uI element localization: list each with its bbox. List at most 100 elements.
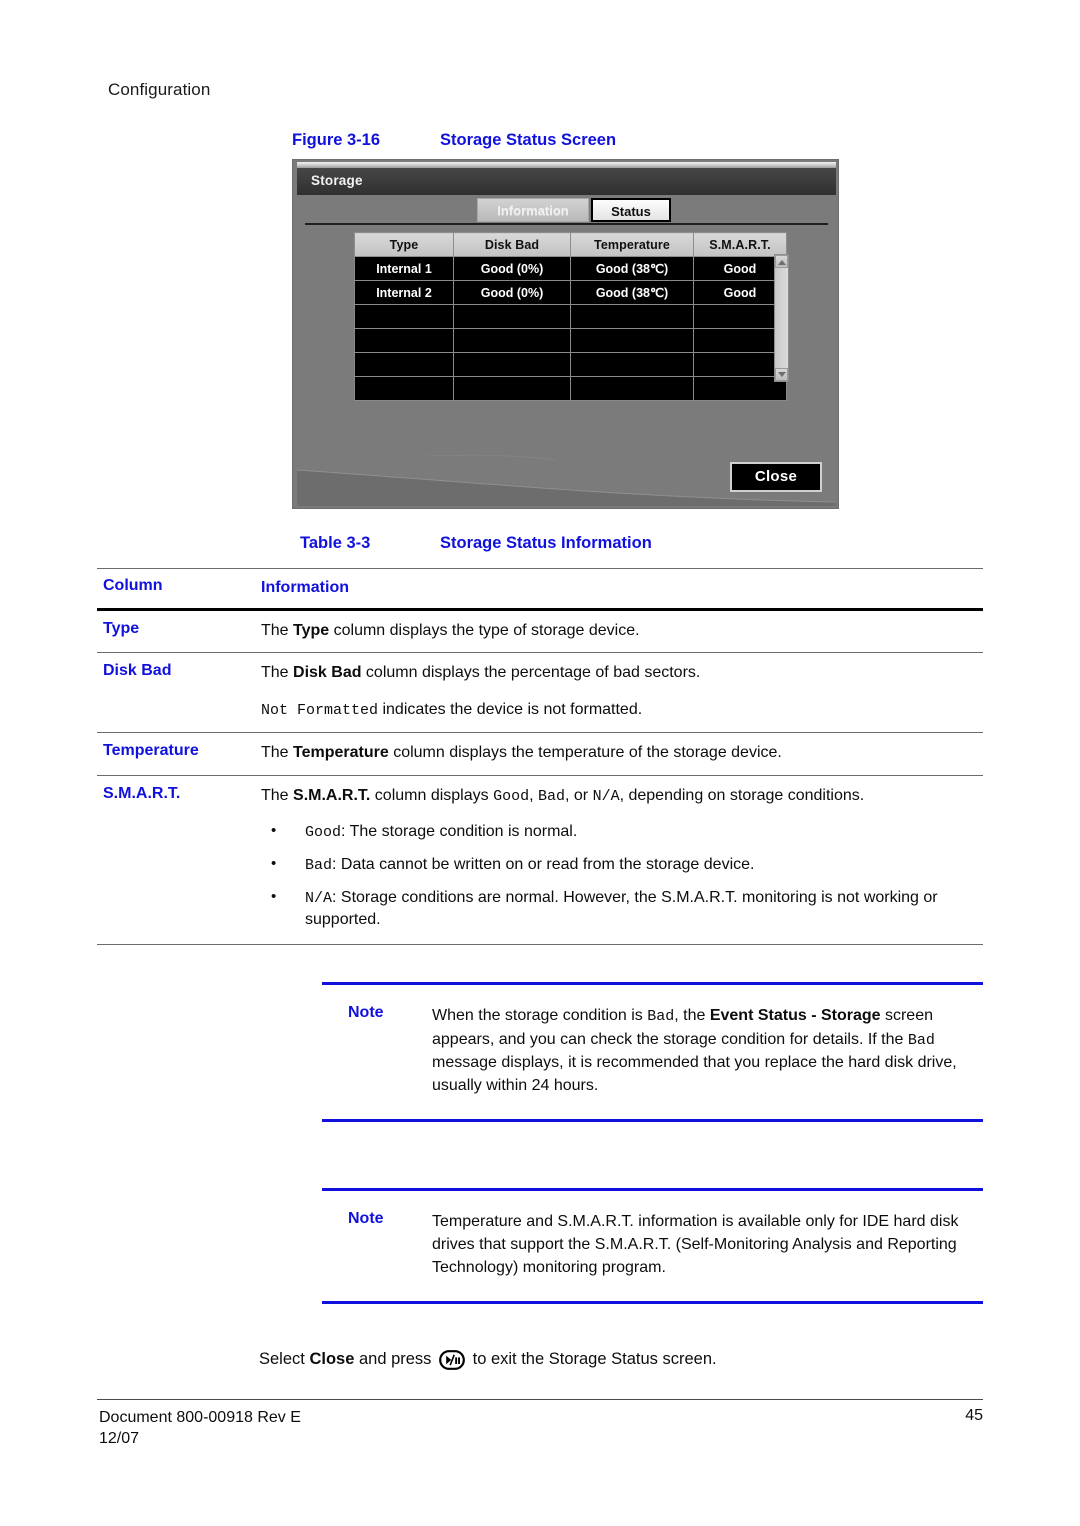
footer-page-number: 45 [965, 1407, 983, 1424]
note-box-2: Note Temperature and S.M.A.R.T. informat… [322, 1188, 983, 1305]
grid-cell-empty [693, 304, 787, 329]
closing-instruction: Select Close and press to exit the Stora… [259, 1350, 717, 1375]
grid-cell-empty [693, 376, 787, 401]
grid-scrollbar[interactable] [774, 254, 789, 382]
row-text-type: The Type column displays the type of sto… [261, 621, 640, 639]
grid-header-disk-bad: Disk Bad [453, 232, 571, 257]
grid-cell-empty [354, 304, 454, 329]
dialog-titlebar: Storage [297, 168, 836, 195]
grid-cell-disk-bad: Good (0%) [453, 280, 571, 305]
row-label-temperature: Temperature [103, 741, 199, 759]
document-page: Configuration Figure 3-16 Storage Status … [0, 0, 1080, 1526]
grid-row-empty[interactable] [354, 304, 787, 329]
footer-document-info: Document 800-00918 Rev E 12/07 [99, 1407, 301, 1449]
bold-type: Type [293, 621, 330, 639]
mono-bad-2: Bad [907, 1031, 935, 1049]
smart-bullet-list: Good: The storage condition is normal. B… [261, 820, 975, 932]
table-bottom-rule [97, 944, 983, 946]
grid-cell-empty [693, 352, 787, 377]
footer-rule [97, 1399, 983, 1400]
table-header-column: Column [103, 577, 163, 594]
grid-row-empty[interactable] [354, 376, 787, 401]
note-bottom-rule [322, 1119, 983, 1123]
row-label-disk-bad: Disk Bad [103, 662, 172, 680]
note-body: Note When the storage condition is Bad, … [322, 985, 983, 1119]
grid-cell-empty [570, 376, 694, 401]
bold-disk-bad: Disk Bad [293, 664, 362, 682]
note-label: Note [348, 1004, 384, 1021]
grid-cell-smart: Good [693, 280, 787, 305]
mono-not-formatted: Not Formatted [261, 702, 379, 720]
mono-bullet-na: N/A [305, 889, 333, 907]
grid-row-empty[interactable] [354, 352, 787, 377]
bullet-good: Good: The storage condition is normal. [261, 820, 975, 844]
grid-cell-empty [453, 328, 571, 353]
row-subline-not-formatted: Not Formatted indicates the device is no… [261, 701, 643, 720]
mono-good: Good [493, 787, 530, 805]
note-text: Temperature and S.M.A.R.T. information i… [432, 1213, 959, 1277]
dialog-tabbar: Information Status [297, 195, 836, 225]
tab-information[interactable]: Information [477, 198, 589, 222]
note-body: Note Temperature and S.M.A.R.T. informat… [322, 1191, 983, 1301]
tab-status[interactable]: Status [591, 198, 671, 222]
storage-grid: Type Disk Bad Temperature S.M.A.R.T. Int… [354, 232, 787, 401]
running-head: Configuration [108, 80, 211, 99]
grid-cell-empty [570, 352, 694, 377]
grid-cell-temperature: Good (38℃) [570, 280, 694, 305]
row-text-disk-bad: The Disk Bad column displays the percent… [261, 653, 983, 731]
dialog-body: Information Status Type Disk Bad Tempera… [297, 195, 836, 506]
bold-close: Close [309, 1350, 355, 1368]
mono-bad: Bad [537, 787, 565, 805]
note-bottom-rule [322, 1301, 983, 1305]
grid-cell-empty [693, 328, 787, 353]
play-pause-key-icon [439, 1350, 465, 1375]
scroll-down-icon[interactable] [775, 368, 788, 381]
bold-temperature: Temperature [293, 743, 389, 761]
bold-smart: S.M.A.R.T. [293, 786, 371, 804]
grid-header-smart: S.M.A.R.T. [693, 232, 787, 257]
grid-header-temperature: Temperature [570, 232, 694, 257]
grid-cell-smart: Good [693, 256, 787, 281]
mono-na: N/A [592, 787, 620, 805]
storage-status-dialog: Storage Information Status Type Disk Bad… [292, 159, 839, 509]
footer-date: 12/07 [99, 1430, 140, 1448]
grid-cell-type: Internal 2 [354, 280, 454, 305]
table-row-smart: S.M.A.R.T. The S.M.A.R.T. column display… [97, 776, 983, 945]
dialog-title: Storage [311, 173, 363, 188]
grid-cell-empty [354, 352, 454, 377]
row-text-temperature: The Temperature column displays the temp… [261, 743, 782, 761]
grid-row[interactable]: Internal 2 Good (0%) Good (38℃) Good [354, 280, 787, 305]
grid-header-type: Type [354, 232, 454, 257]
grid-cell-disk-bad: Good (0%) [453, 256, 571, 281]
mono-bullet-bad: Bad [305, 857, 333, 875]
table-header-row: Column Information [97, 569, 983, 608]
table-title: Storage Status Information [440, 534, 652, 552]
row-label-type: Type [103, 619, 140, 637]
grid-cell-empty [453, 304, 571, 329]
table-row-type: Type The Type column displays the type o… [97, 611, 983, 653]
table-caption: Table 3-3 Storage Status Information [300, 534, 652, 553]
figure-title: Storage Status Screen [440, 131, 617, 149]
grid-cell-temperature: Good (38℃) [570, 256, 694, 281]
grid-cell-empty [354, 328, 454, 353]
mono-bullet-good: Good [305, 824, 342, 842]
note-text: When the storage condition is Bad, the E… [432, 1007, 957, 1095]
bullet-na: N/A: Storage conditions are normal. Howe… [261, 886, 975, 932]
mono-bad: Bad [647, 1008, 675, 1025]
figure-number: Figure 3-16 [292, 131, 381, 149]
figure-caption: Figure 3-16 Storage Status Screen [292, 131, 616, 150]
storage-status-information-table: Column Information Type The Type column … [97, 568, 983, 946]
bold-event-status-storage: Event Status - Storage [709, 1007, 881, 1024]
grid-cell-type: Internal 1 [354, 256, 454, 281]
table-row-disk-bad: Disk Bad The Disk Bad column displays th… [97, 653, 983, 731]
scroll-up-icon[interactable] [775, 255, 788, 268]
table-row-temperature: Temperature The Temperature column displ… [97, 733, 983, 775]
grid-row[interactable]: Internal 1 Good (0%) Good (38℃) Good [354, 256, 787, 281]
grid-row-empty[interactable] [354, 328, 787, 353]
table-number: Table 3-3 [300, 534, 371, 552]
row-label-smart: S.M.A.R.T. [103, 784, 181, 802]
close-button[interactable]: Close [730, 462, 822, 492]
bullet-bad: Bad: Data cannot be written on or read f… [261, 853, 975, 877]
note-box-1: Note When the storage condition is Bad, … [322, 982, 983, 1123]
row-text-smart: The S.M.A.R.T. column displays Good, Bad… [261, 776, 983, 945]
